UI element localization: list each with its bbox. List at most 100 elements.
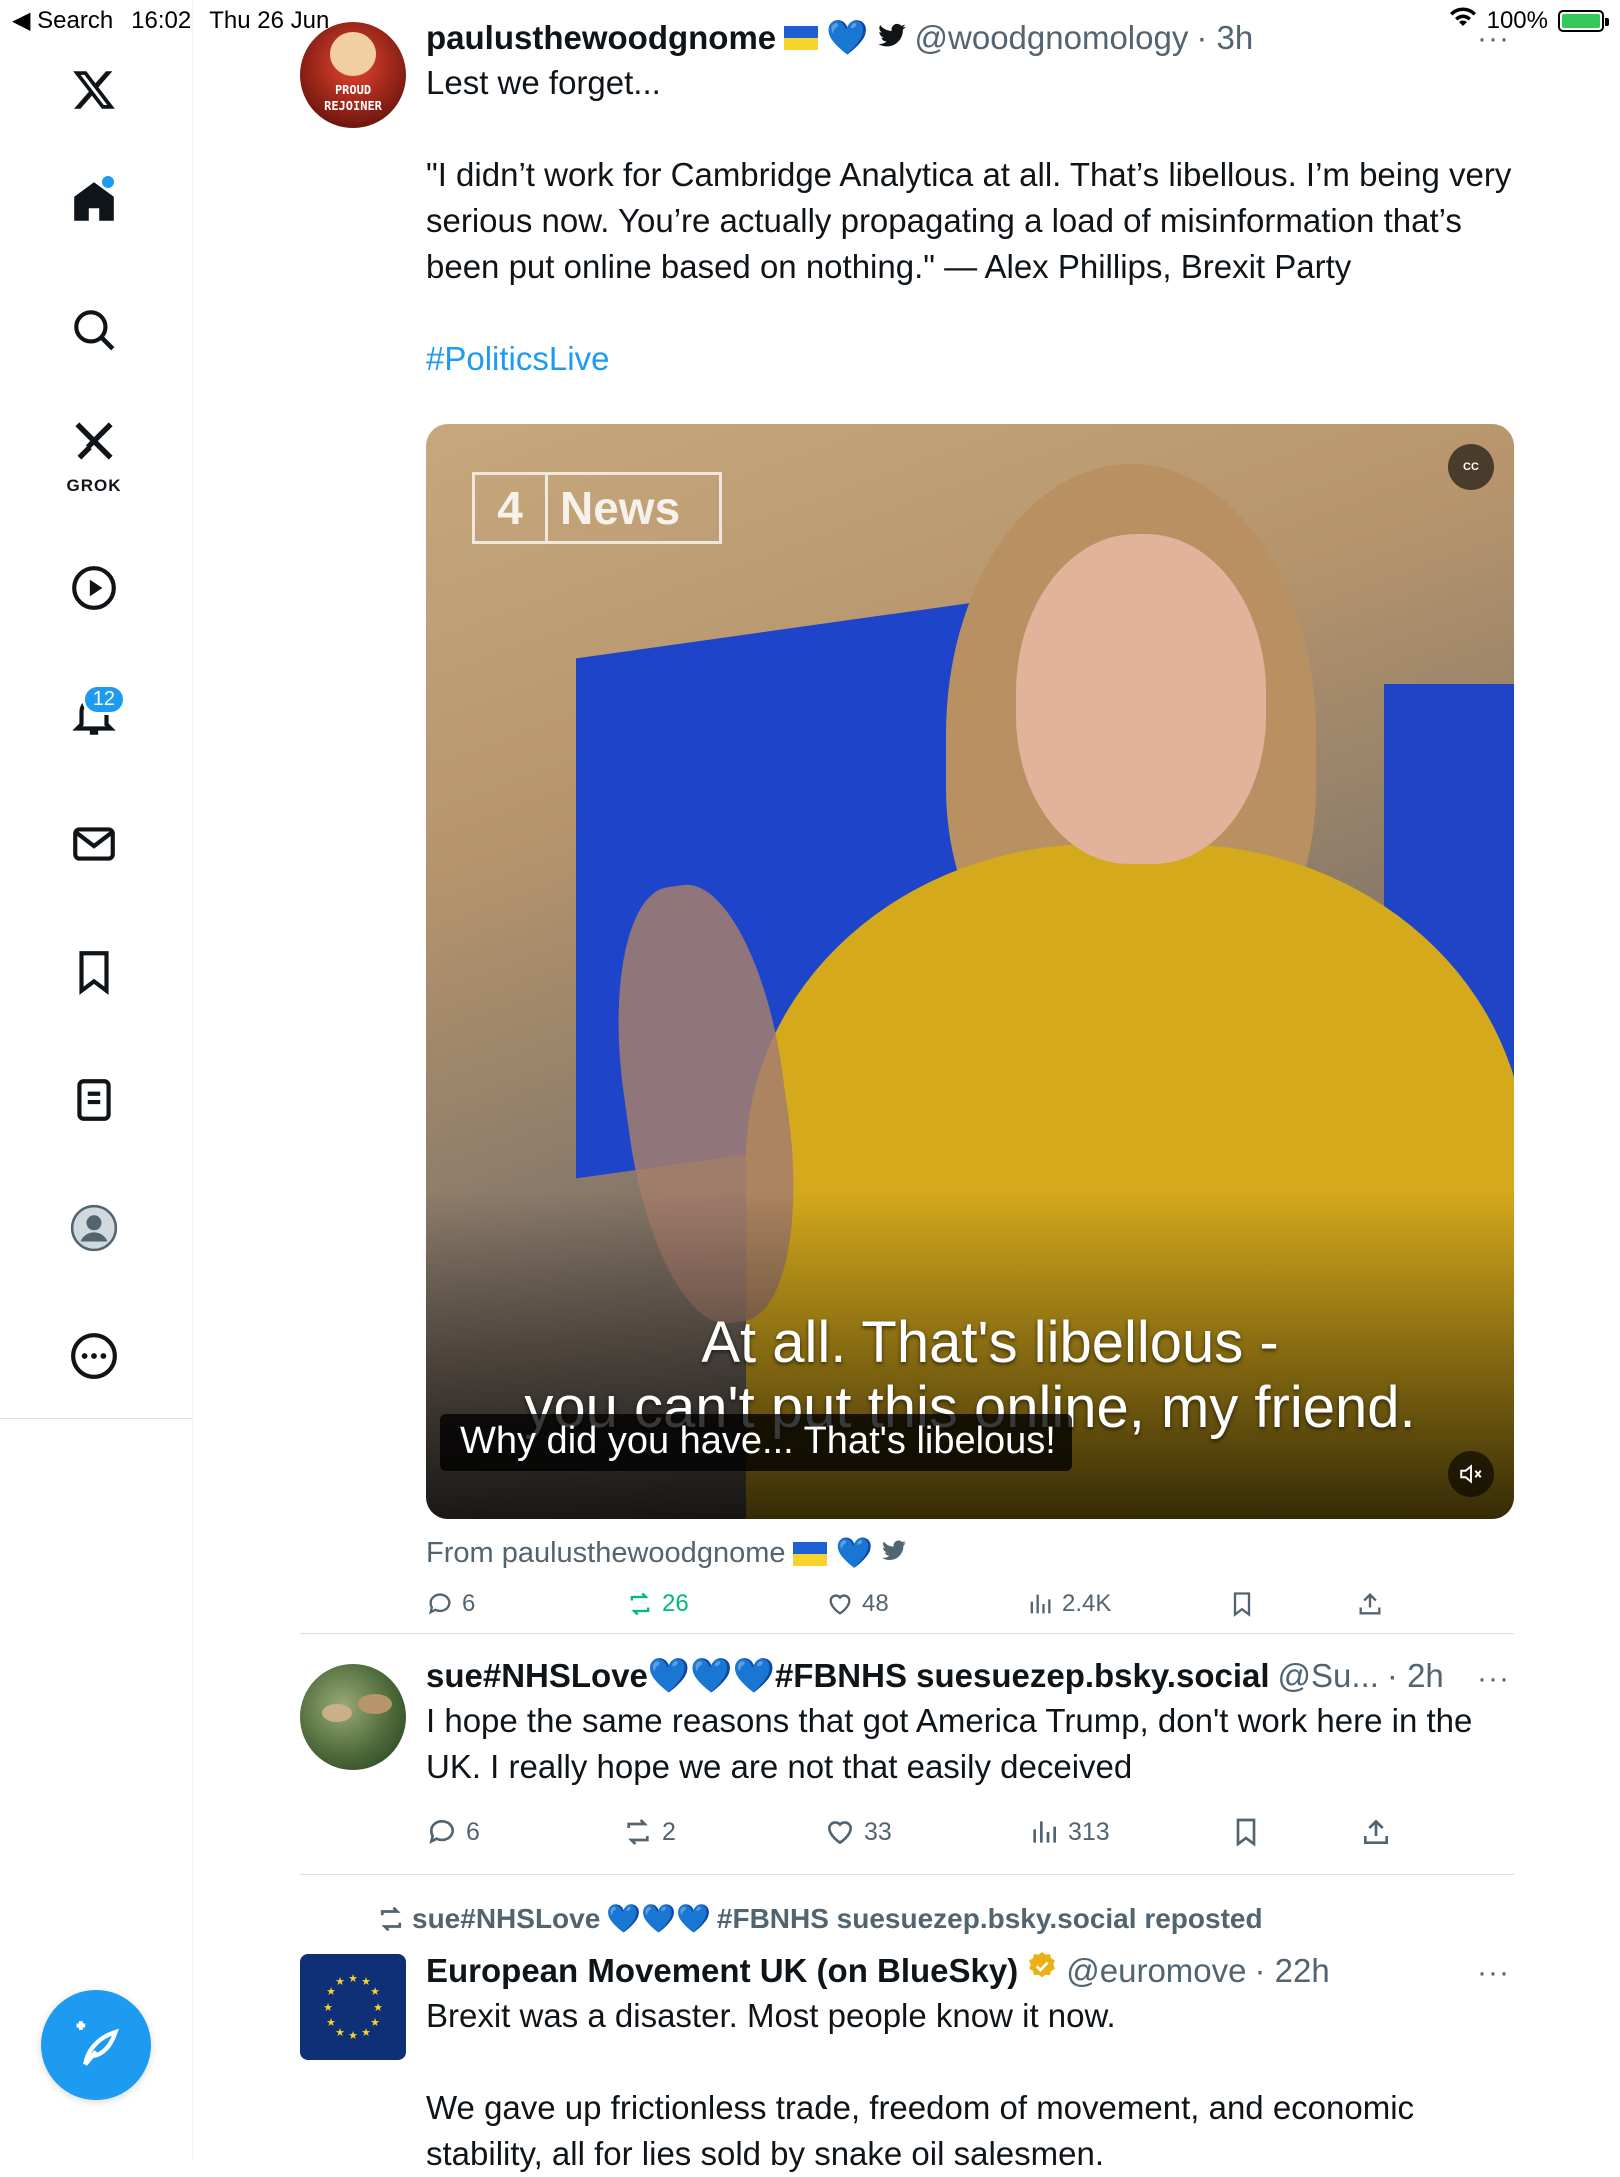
repost-context[interactable]: sue#NHSLove 💙💙💙 #FBNHS suesuezep.bsky.so… bbox=[376, 1902, 1263, 1935]
tweet-header: sue#NHSLove💙💙💙#FBNHS suesuezep.bsky.soci… bbox=[426, 1656, 1514, 1696]
repost-icon bbox=[630, 1592, 650, 1616]
heart-icon bbox=[829, 1594, 851, 1615]
twitter-bird-icon bbox=[877, 18, 907, 58]
video-source[interactable]: From paulusthewoodgnome 💙 bbox=[426, 1536, 907, 1571]
reply-count: 6 bbox=[466, 1817, 480, 1846]
avatar[interactable]: PROUD REJOINER bbox=[300, 22, 406, 128]
more-options-icon[interactable]: ··· bbox=[1477, 1662, 1510, 1696]
views-button[interactable]: 313 bbox=[1028, 1816, 1230, 1848]
ukraine-flag-icon bbox=[793, 1541, 828, 1566]
reply-count: 6 bbox=[462, 1590, 476, 1617]
display-name-tail: #FBNHS suesuezep.bsky.social bbox=[774, 1657, 1270, 1694]
svg-text:★: ★ bbox=[348, 1972, 358, 1985]
repost-icon bbox=[627, 1819, 649, 1845]
repost-button[interactable]: 26 bbox=[626, 1590, 826, 1618]
display-name-part: sue#NHSLove bbox=[426, 1657, 648, 1694]
speaker-muted-icon bbox=[1460, 1464, 1482, 1484]
video-player[interactable]: 4 News CC At all. That's libellous - you… bbox=[426, 424, 1514, 1519]
more-menu-icon[interactable] bbox=[44, 1316, 144, 1396]
share-icon bbox=[1364, 1819, 1388, 1844]
reply-icon bbox=[429, 1819, 454, 1844]
like-count: 48 bbox=[862, 1590, 889, 1617]
avatar-text-proud: PROUD bbox=[334, 83, 372, 97]
avatar[interactable]: ★ ★ ★ ★ ★ ★ ★ ★ ★ ★ ★ ★ bbox=[300, 1954, 406, 2060]
battery-fill bbox=[1562, 13, 1600, 28]
svg-text:★: ★ bbox=[335, 2026, 345, 2039]
share-button[interactable] bbox=[1356, 1590, 1384, 1618]
tweet-divider bbox=[300, 1633, 1514, 1634]
reply-button[interactable]: 6 bbox=[426, 1816, 622, 1848]
repost-button[interactable]: 2 bbox=[622, 1816, 824, 1848]
views-chart-icon bbox=[1033, 1821, 1056, 1843]
tweet-time[interactable]: · 2h bbox=[1387, 1656, 1444, 1696]
tweet-time[interactable]: · 3h bbox=[1196, 18, 1253, 58]
video-source-text: From paulusthewoodgnome bbox=[426, 1537, 786, 1569]
reply-button[interactable]: 6 bbox=[426, 1590, 626, 1618]
tweet-header: paulusthewoodgnome 💙 @woodgnomology · 3h bbox=[426, 18, 1514, 58]
grok-icon[interactable]: GROK bbox=[44, 410, 144, 495]
sidebar-nav: GROK 12 bbox=[0, 0, 193, 2160]
compose-button[interactable] bbox=[41, 1990, 151, 2100]
logo-text: News bbox=[560, 482, 681, 534]
repost-context-text: #FBNHS suesuezep.bsky.social reposted bbox=[716, 1902, 1263, 1934]
views-count: 313 bbox=[1068, 1817, 1110, 1846]
hashtag-link[interactable]: #PoliticsLive bbox=[426, 336, 1514, 382]
profile-avatar-icon[interactable] bbox=[44, 1188, 144, 1268]
tweet-text: I hope the same reasons that got America… bbox=[426, 1702, 1473, 1785]
blue-heart-icon: 💙 bbox=[826, 19, 869, 57]
lists-icon[interactable] bbox=[44, 1060, 144, 1140]
verified-badge-icon bbox=[1026, 1950, 1058, 1991]
mute-button[interactable] bbox=[1448, 1451, 1494, 1497]
bookmark-icon bbox=[1236, 1818, 1256, 1847]
like-button[interactable]: 48 bbox=[826, 1590, 1026, 1618]
svg-text:★: ★ bbox=[373, 2001, 383, 2014]
avatar[interactable] bbox=[300, 1664, 406, 1770]
video-burned-subtitle-1: At all. That's libellous - bbox=[701, 1310, 1279, 1375]
search-icon[interactable] bbox=[44, 290, 144, 370]
tweet-quote: "I didn’t work for Cambridge Analytica a… bbox=[426, 156, 1512, 285]
views-button[interactable]: 2.4K bbox=[1026, 1590, 1228, 1618]
tweet-header: European Movement UK (on BlueSky) @eurom… bbox=[426, 1950, 1514, 1991]
home-icon[interactable] bbox=[44, 162, 144, 242]
svg-text:★: ★ bbox=[326, 2016, 336, 2029]
status-date: Thu 26 Jun bbox=[209, 6, 330, 34]
bookmark-button[interactable] bbox=[1228, 1590, 1356, 1618]
sidebar-divider bbox=[0, 1418, 192, 1419]
blue-heart-icon: 💙 bbox=[835, 1537, 873, 1570]
user-handle[interactable]: @euromove bbox=[1066, 1951, 1246, 1991]
svg-text:★: ★ bbox=[370, 1985, 380, 1998]
channel4-news-logo: 4 News bbox=[472, 472, 722, 544]
video-icon[interactable] bbox=[44, 548, 144, 628]
display-name[interactable]: paulusthewoodgnome bbox=[426, 18, 776, 58]
video-subject-face bbox=[1016, 534, 1266, 864]
battery-icon bbox=[1558, 9, 1609, 32]
like-button[interactable]: 33 bbox=[824, 1816, 1028, 1848]
svg-text:★: ★ bbox=[361, 2026, 371, 2039]
repost-count: 2 bbox=[662, 1817, 676, 1846]
notifications-bell-icon[interactable]: 12 bbox=[44, 676, 144, 756]
display-name[interactable]: sue#NHSLove💙💙💙#FBNHS suesuezep.bsky.soci… bbox=[426, 1656, 1270, 1696]
more-options-icon[interactable]: ··· bbox=[1477, 22, 1510, 56]
more-options-icon[interactable]: ··· bbox=[1477, 1956, 1510, 1990]
video-caption: Why did you have... That's libelous! bbox=[440, 1414, 1072, 1471]
svg-text:★: ★ bbox=[335, 1975, 345, 1988]
share-icon bbox=[1359, 1593, 1381, 1615]
tweet-time[interactable]: · 22h bbox=[1255, 1951, 1330, 1991]
tweet-text: Lest we forget... "I didn’t work for Cam… bbox=[426, 60, 1514, 382]
tweet-line: Brexit was a disaster. Most people know … bbox=[426, 1997, 1116, 2034]
views-chart-icon bbox=[1030, 1594, 1051, 1614]
reply-icon bbox=[428, 1593, 451, 1615]
closed-captions-button[interactable]: CC bbox=[1448, 444, 1494, 490]
user-handle[interactable]: @woodgnomology bbox=[915, 18, 1189, 58]
user-handle[interactable]: @Su... bbox=[1278, 1656, 1379, 1696]
display-name[interactable]: European Movement UK (on BlueSky) bbox=[426, 1951, 1018, 1991]
tweet-line: We gave up frictionless trade, freedom o… bbox=[426, 2089, 1415, 2172]
x-logo-icon[interactable] bbox=[44, 50, 144, 130]
bookmark-button[interactable] bbox=[1230, 1816, 1360, 1848]
bookmarks-icon[interactable] bbox=[44, 932, 144, 1012]
messages-icon[interactable] bbox=[44, 804, 144, 884]
bookmark-icon bbox=[1233, 1592, 1251, 1617]
grok-label: GROK bbox=[66, 476, 122, 495]
compose-feather-icon bbox=[76, 2021, 119, 2066]
share-button[interactable] bbox=[1360, 1816, 1392, 1848]
